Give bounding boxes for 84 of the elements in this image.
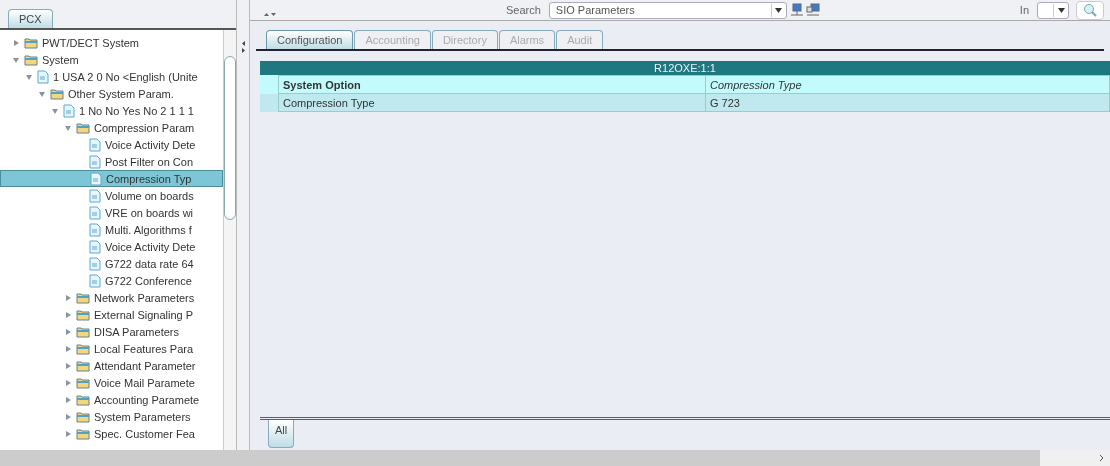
folder-icon bbox=[76, 308, 90, 321]
search-icon bbox=[1083, 3, 1097, 17]
tree-item[interactable]: System Parameters bbox=[0, 408, 223, 425]
search-dropdown[interactable]: SIO Parameters bbox=[548, 1, 787, 19]
tree-item[interactable]: Voice Activity Dete bbox=[0, 136, 223, 153]
document-icon bbox=[63, 103, 75, 118]
folder-icon bbox=[76, 291, 90, 304]
folder-icon bbox=[76, 376, 90, 389]
tab[interactable]: PCX bbox=[8, 9, 53, 28]
horizontal-scrollbar[interactable] bbox=[0, 450, 1110, 466]
expand-arrow-icon[interactable] bbox=[64, 429, 72, 438]
scroll-right-icon[interactable] bbox=[1099, 454, 1104, 462]
expand-arrow-icon[interactable] bbox=[64, 327, 72, 336]
tree-item[interactable]: Volume on boards bbox=[0, 187, 223, 204]
column-header: System Option bbox=[278, 75, 706, 94]
folder-icon bbox=[76, 342, 90, 355]
expand-arrow-icon[interactable] bbox=[64, 378, 72, 387]
folder-icon bbox=[76, 427, 90, 440]
tree-item[interactable]: Voice Activity Dete bbox=[0, 238, 223, 255]
folder-icon bbox=[50, 87, 64, 100]
document-icon bbox=[89, 205, 101, 220]
document-icon bbox=[89, 137, 101, 152]
search-label: Search bbox=[506, 4, 541, 16]
document-icon bbox=[89, 188, 101, 203]
document-icon bbox=[37, 69, 49, 84]
tree-item[interactable]: DISA Parameters bbox=[0, 323, 223, 340]
tree-item[interactable]: Accounting Paramete bbox=[0, 391, 223, 408]
tree-item[interactable]: 1 USA 2 0 No <English (Unite bbox=[0, 68, 223, 85]
expand-arrow-icon[interactable] bbox=[64, 395, 72, 404]
collapse-arrows-icon[interactable] bbox=[240, 40, 246, 54]
tree-item[interactable]: PWT/DECT System bbox=[0, 34, 223, 51]
collapse-arrow-icon[interactable] bbox=[25, 72, 33, 81]
folder-icon bbox=[76, 325, 90, 338]
tree-item[interactable]: Compression Param bbox=[0, 119, 223, 136]
expand-arrow-icon[interactable] bbox=[64, 310, 72, 319]
network-icon[interactable] bbox=[805, 3, 820, 17]
collapse-arrow-icon[interactable] bbox=[64, 123, 72, 132]
column-header: Compression Type bbox=[705, 75, 1110, 94]
tree-item[interactable]: Compression Typ bbox=[0, 170, 223, 187]
expand-arrow-icon[interactable] bbox=[12, 38, 20, 47]
search-button[interactable] bbox=[1076, 0, 1104, 20]
tree-item[interactable]: 1 No No Yes No 2 1 1 1 bbox=[0, 102, 223, 119]
folder-icon bbox=[76, 393, 90, 406]
folder-icon bbox=[76, 121, 90, 134]
tree-item[interactable]: VRE on boards wi bbox=[0, 204, 223, 221]
document-icon bbox=[89, 239, 101, 254]
document-icon bbox=[89, 222, 101, 237]
tree-item[interactable]: Local Features Para bbox=[0, 340, 223, 357]
table-title: R12OXE:1:1 bbox=[260, 61, 1110, 75]
in-label: In bbox=[1019, 4, 1030, 16]
tab[interactable]: All bbox=[268, 420, 295, 448]
document-icon bbox=[89, 256, 101, 271]
folder-icon bbox=[76, 359, 90, 372]
tree-item[interactable]: External Signaling P bbox=[0, 306, 223, 323]
tree-item[interactable]: Multi. Algorithms f bbox=[0, 221, 223, 238]
network-icon[interactable] bbox=[789, 3, 804, 17]
expand-arrow-icon[interactable] bbox=[64, 412, 72, 421]
document-icon bbox=[90, 171, 102, 186]
collapse-arrow-icon[interactable] bbox=[12, 55, 20, 64]
expand-arrow-icon[interactable] bbox=[64, 293, 72, 302]
tree-item[interactable]: System bbox=[0, 51, 223, 68]
tree-item[interactable]: Attendant Parameter bbox=[0, 357, 223, 374]
expand-arrow-icon[interactable] bbox=[64, 361, 72, 370]
tree-item[interactable]: Network Parameters bbox=[0, 289, 223, 306]
tree-item[interactable]: G722 Conference bbox=[0, 272, 223, 289]
folder-icon bbox=[24, 36, 38, 49]
dropdown-arrow-icon[interactable] bbox=[1057, 7, 1065, 13]
folder-icon bbox=[76, 410, 90, 423]
tab[interactable]: Configuration bbox=[266, 30, 354, 49]
tree-item[interactable]: Post Filter on Con bbox=[0, 153, 223, 170]
document-icon bbox=[89, 273, 101, 288]
tree-item[interactable]: Voice Mail Paramete bbox=[0, 374, 223, 391]
document-icon bbox=[89, 154, 101, 169]
scrollbar[interactable] bbox=[223, 30, 236, 450]
tree-item[interactable]: G722 data rate 64 bbox=[0, 255, 223, 272]
in-dropdown[interactable] bbox=[1037, 1, 1070, 19]
expand-arrow-icon[interactable] bbox=[64, 344, 72, 353]
tree-item[interactable]: Other System Param. bbox=[0, 85, 223, 102]
sort-arrows-icon[interactable] bbox=[264, 12, 276, 17]
dropdown-arrow-icon[interactable] bbox=[775, 7, 783, 13]
tree-item[interactable]: Spec. Customer Fea bbox=[0, 425, 223, 442]
collapse-arrow-icon[interactable] bbox=[51, 106, 59, 115]
collapse-arrow-icon[interactable] bbox=[38, 89, 46, 98]
folder-icon bbox=[24, 53, 38, 66]
